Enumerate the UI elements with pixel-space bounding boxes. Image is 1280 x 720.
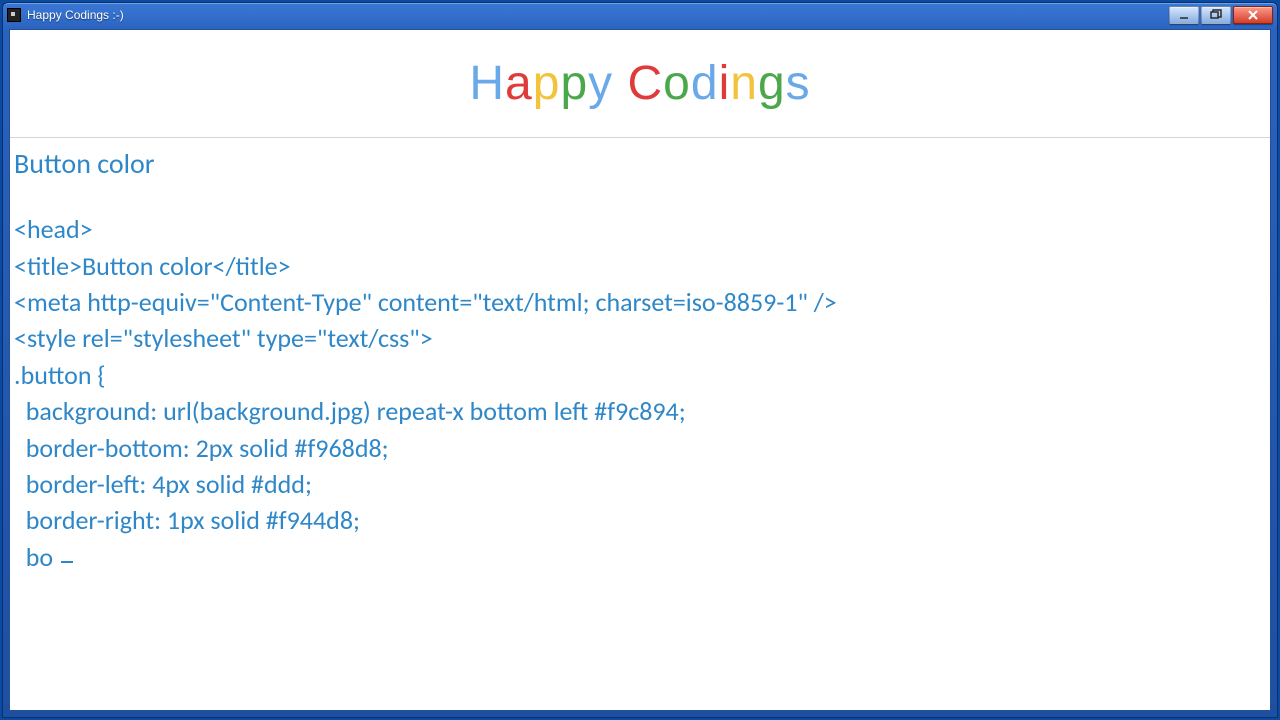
code-line: <head> (14, 211, 1266, 247)
logo-letter: g (758, 57, 786, 110)
logo-letter: n (730, 57, 758, 110)
logo-letter: o (663, 57, 691, 110)
code-line: border-bottom: 2px solid #f968d8; (14, 430, 1266, 466)
logo-letter: y (588, 57, 613, 110)
code-line: <style rel="stylesheet" type="text/css"> (14, 320, 1266, 356)
close-icon (1246, 9, 1260, 21)
maximize-button[interactable] (1201, 6, 1231, 24)
logo-letter: i (719, 57, 731, 110)
logo-letter: s (786, 57, 811, 110)
code-line: border-left: 4px solid #ddd; (14, 466, 1266, 502)
logo-letter: d (691, 57, 719, 110)
logo-letter (613, 57, 627, 110)
window-controls (1167, 6, 1273, 24)
code-line: .button { (14, 357, 1266, 393)
minimize-icon (1178, 10, 1190, 20)
client-area: Happy Codings Button color <head><title>… (9, 29, 1271, 711)
close-button[interactable] (1233, 6, 1273, 24)
code-line: <title>Button color</title> (14, 248, 1266, 284)
logo-letter: p (533, 57, 561, 110)
code-line: <meta http-equiv="Content-Type" content=… (14, 284, 1266, 320)
code-line: border-right: 1px solid #f944d8; (14, 502, 1266, 538)
logo-text: Happy Codings (469, 56, 810, 111)
text-cursor (61, 561, 73, 563)
page-title: Button color (14, 144, 1266, 183)
titlebar[interactable]: Happy Codings :-) (3, 3, 1277, 27)
window-title: Happy Codings :-) (27, 8, 124, 22)
minimize-button[interactable] (1169, 6, 1199, 24)
app-icon (7, 8, 21, 22)
document-content: Button color <head><title>Button color</… (10, 138, 1270, 575)
maximize-icon (1209, 9, 1223, 21)
logo-letter: H (469, 57, 505, 110)
logo-letter: a (505, 57, 533, 110)
logo-letter: C (627, 57, 663, 110)
code-line: background: url(background.jpg) repeat-x… (14, 393, 1266, 429)
application-window: Happy Codings :-) Happy Codings (2, 2, 1278, 718)
code-block: <head><title>Button color</title><meta h… (14, 211, 1266, 575)
banner: Happy Codings (10, 30, 1270, 138)
logo-letter: p (560, 57, 588, 110)
code-line: bo (14, 539, 1266, 575)
